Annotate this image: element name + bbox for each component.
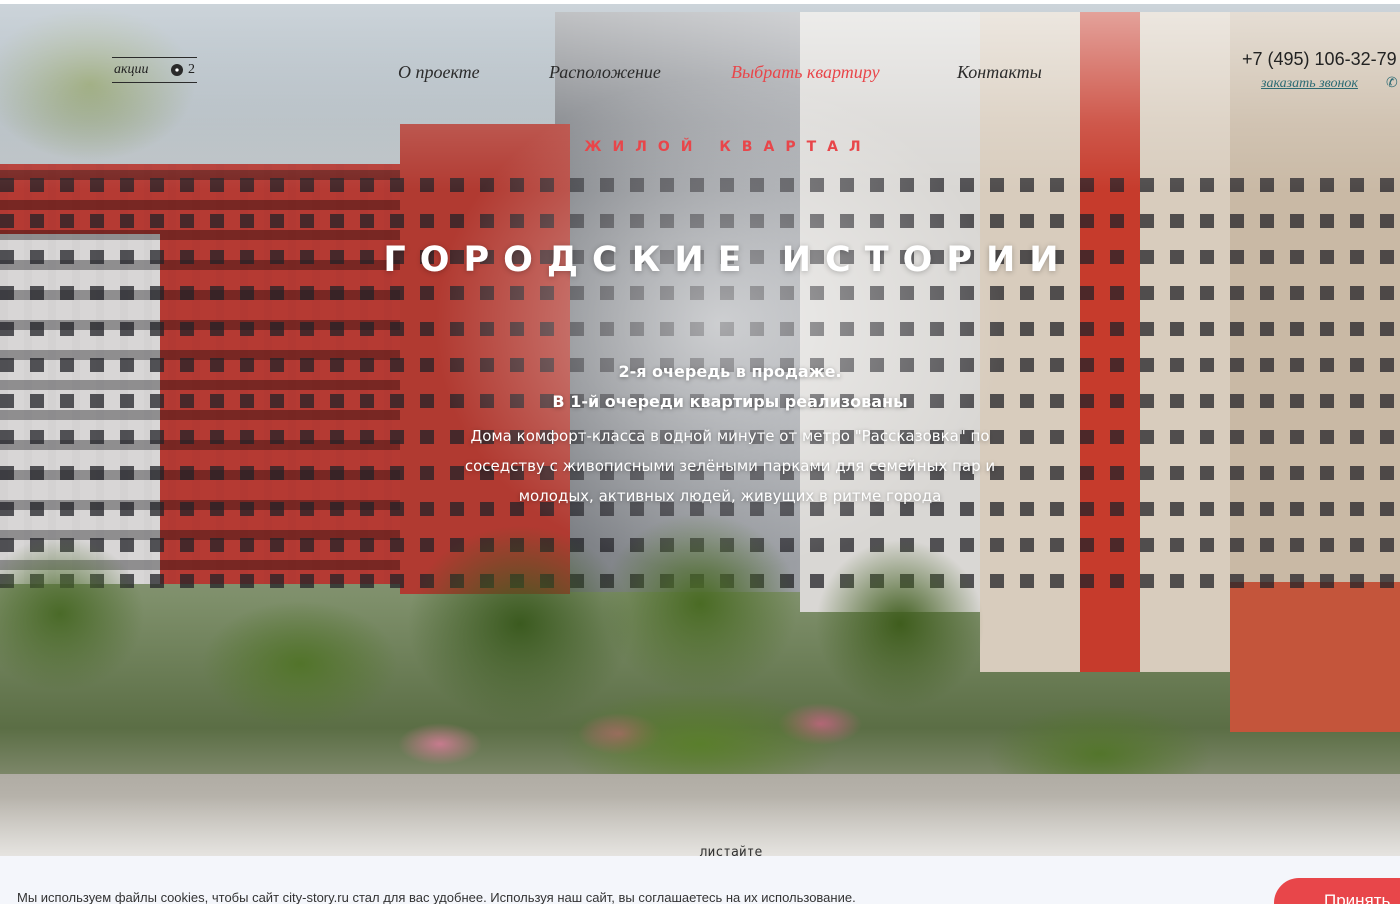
- nav-item-choose-apartment[interactable]: Выбрать квартиру: [731, 62, 880, 83]
- cookie-text: Мы используем файлы cookies, чтобы сайт …: [17, 890, 856, 904]
- main-nav: О проекте Расположение Выбрать квартиру …: [0, 62, 1400, 86]
- hero-title: ГОРОДСКИЕ ИСТОРИИ: [383, 240, 1073, 280]
- hero-description: Дома комфорт-класса в одной минуте от ме…: [464, 427, 996, 505]
- accept-cookies-button[interactable]: Принять: [1274, 878, 1400, 904]
- accept-label: Принять: [1324, 891, 1391, 904]
- hero-kicker: ЖИЛОЙ КВАРТАЛ: [584, 139, 872, 155]
- nav-item-location[interactable]: Расположение: [549, 62, 661, 83]
- phone-number[interactable]: +7 (495) 106-32-79: [1242, 49, 1397, 70]
- hero-subtitle-2: В 1-й очереди квартиры реализованы: [552, 392, 908, 411]
- nav-item-contacts[interactable]: Контакты: [957, 62, 1042, 83]
- hero-subtitle-1: 2-я очередь в продаже.: [618, 362, 842, 381]
- callback-link[interactable]: заказать звонок: [1261, 76, 1358, 92]
- nav-item-about[interactable]: О проекте: [398, 62, 480, 83]
- phone-icon[interactable]: ✆: [1386, 74, 1400, 90]
- cookie-banner: Мы используем файлы cookies, чтобы сайт …: [0, 856, 1400, 904]
